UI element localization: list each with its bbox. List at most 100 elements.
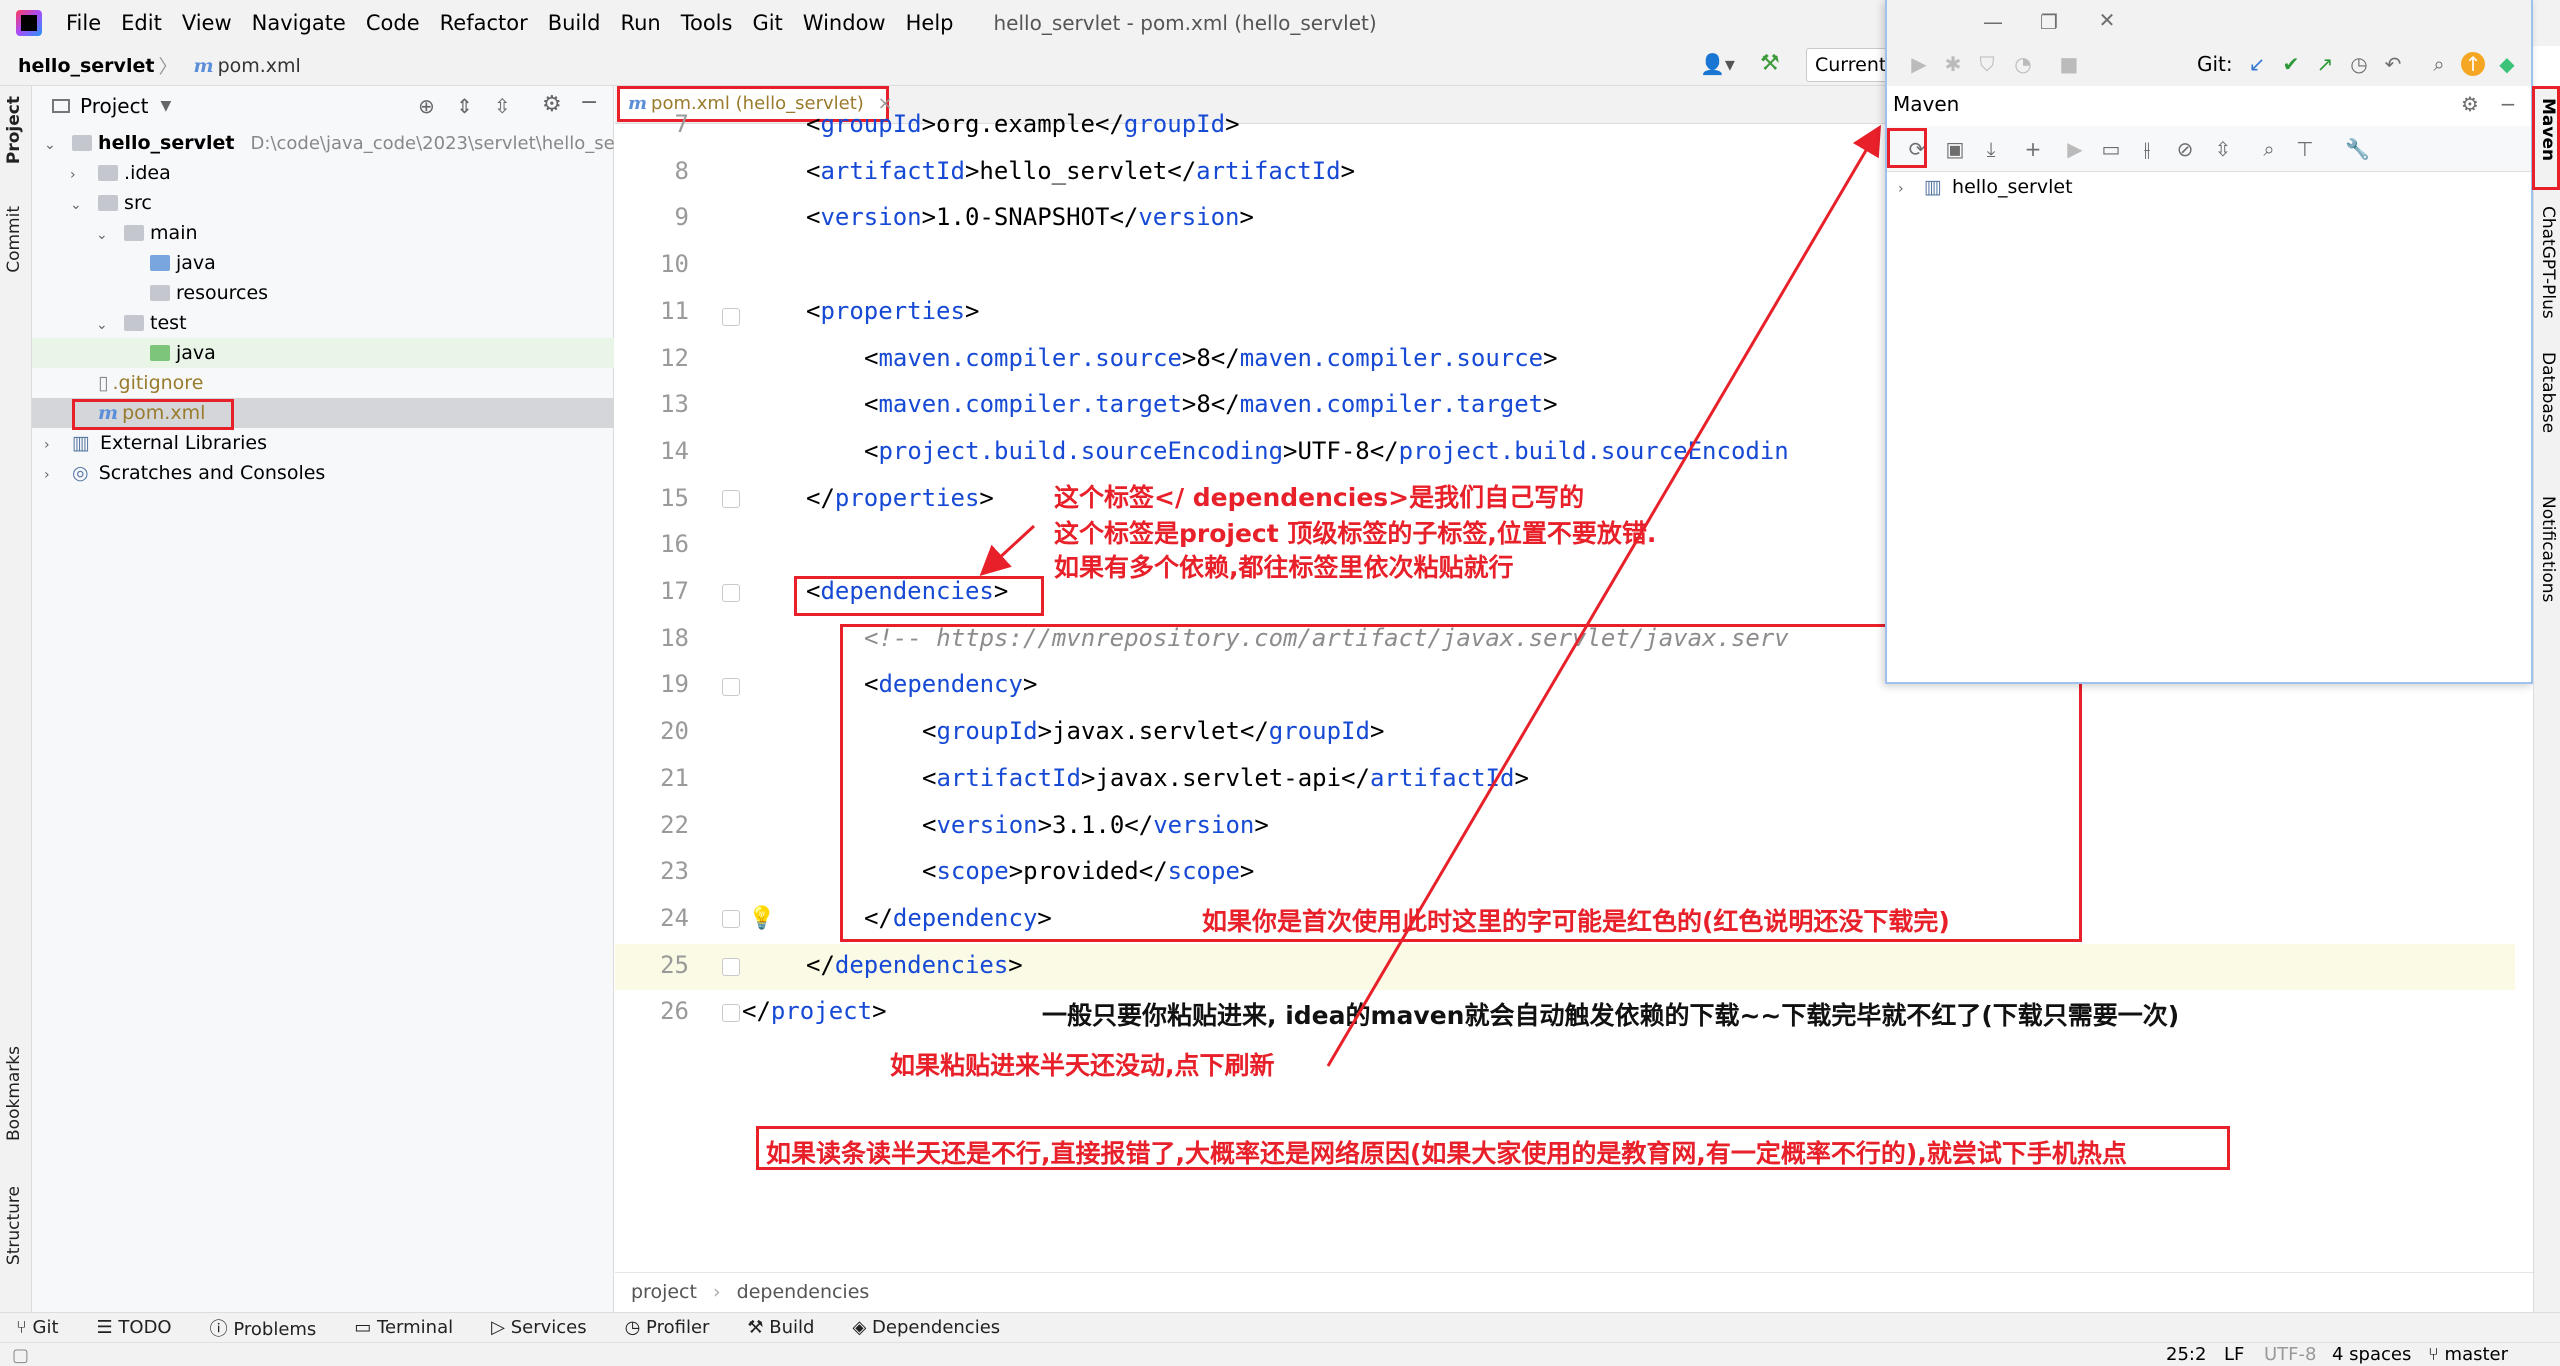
chevron-right-icon[interactable]: ›	[44, 430, 58, 460]
run-icon[interactable]: ▶	[1907, 52, 1931, 76]
tree-item-src[interactable]: ⌄ src	[32, 188, 614, 218]
wrench-icon[interactable]: 🔧	[2345, 137, 2370, 161]
line-separator[interactable]: LF	[2224, 1344, 2244, 1365]
menu-window[interactable]: Window	[793, 0, 896, 46]
tool-services[interactable]: ▷ Services	[491, 1317, 586, 1338]
code-line[interactable]: </properties>	[806, 484, 994, 512]
maven-tree-item-hello-servlet[interactable]: › ▥ hello_servlet	[1898, 172, 2073, 204]
fold-marker-icon[interactable]	[722, 910, 740, 928]
fold-marker-icon[interactable]	[722, 1004, 740, 1022]
jetbrains-toolbox-icon[interactable]: ◆	[2495, 52, 2519, 76]
tree-item-resources[interactable]: resources	[32, 278, 614, 308]
nav-file[interactable]: m pom.xml	[193, 55, 300, 77]
tool-tab-bookmarks[interactable]: Bookmarks	[4, 1046, 24, 1141]
breadcrumb-dependencies[interactable]: dependencies	[737, 1281, 870, 1303]
fold-marker-icon[interactable]	[722, 308, 740, 326]
minimize-panel-icon[interactable]: −	[2496, 92, 2520, 116]
chevron-right-icon[interactable]: ›	[70, 160, 84, 190]
fold-marker-icon[interactable]	[722, 584, 740, 602]
profile-icon[interactable]: ◔	[2011, 52, 2035, 76]
show-diagram-icon[interactable]: ⊤	[2293, 137, 2317, 161]
nav-project[interactable]: hello_servlet	[18, 55, 154, 77]
analyze-dependencies-icon[interactable]: ⌕	[2257, 137, 2281, 161]
search-icon[interactable]: ⌕	[2427, 52, 2451, 76]
tree-item-external-libraries[interactable]: › ▥ External Libraries	[32, 428, 614, 458]
menu-tools[interactable]: Tools	[671, 0, 743, 46]
tool-tab-chatgpt[interactable]: ChatGPT-Plus	[2538, 206, 2558, 319]
git-push-icon[interactable]: ↗	[2313, 52, 2337, 76]
user-icon[interactable]: 👤▾	[1700, 52, 1735, 76]
close-window-icon[interactable]: ✕	[2095, 8, 2119, 32]
caret-position[interactable]: 25:2	[2166, 1344, 2206, 1365]
menu-edit[interactable]: Edit	[111, 0, 172, 46]
expand-all-icon[interactable]: ⇕	[456, 94, 473, 118]
add-icon[interactable]: +	[2021, 137, 2045, 161]
tree-item-scratches[interactable]: › ◎ Scratches and Consoles	[32, 458, 614, 488]
indent-setting[interactable]: 4 spaces	[2332, 1344, 2411, 1365]
fold-marker-icon[interactable]	[722, 958, 740, 976]
tool-tab-structure[interactable]: Structure	[4, 1186, 24, 1265]
chevron-down-icon[interactable]: ▼	[160, 98, 171, 114]
tool-terminal[interactable]: ▭ Terminal	[354, 1317, 453, 1338]
tool-tab-notifications[interactable]: Notifications	[2538, 496, 2558, 602]
debug-icon[interactable]: ✱	[1941, 52, 1965, 76]
tree-item-main-java[interactable]: java	[32, 248, 614, 278]
tool-tab-commit[interactable]: Commit	[4, 206, 24, 273]
code-line[interactable]: <maven.compiler.source>8</maven.compiler…	[864, 344, 1558, 372]
tree-item-gitignore[interactable]: ▯ .gitignore	[32, 368, 614, 398]
menu-build[interactable]: Build	[538, 0, 611, 46]
tree-item-hello-servlet[interactable]: ⌄ hello_servlet D:\code\java_code\2023\s…	[32, 128, 656, 160]
gear-icon[interactable]: ⚙	[2458, 92, 2482, 116]
tool-dependencies[interactable]: ◈ Dependencies	[852, 1317, 1000, 1338]
run-icon[interactable]: ▶	[2063, 137, 2087, 161]
code-line[interactable]: <groupId>org.example</groupId>	[806, 110, 1240, 138]
code-line[interactable]: <project.build.sourceEncoding>UTF-8</pro…	[864, 437, 1789, 465]
tree-item-idea[interactable]: › .idea	[32, 158, 614, 188]
tool-problems[interactable]: ⓘ Problems	[210, 1315, 317, 1341]
menu-help[interactable]: Help	[896, 0, 964, 46]
menu-view[interactable]: View	[172, 0, 242, 46]
git-rollback-icon[interactable]: ↶	[2381, 52, 2405, 76]
minimize-window-icon[interactable]: —	[1981, 10, 2005, 34]
fold-marker-icon[interactable]	[722, 678, 740, 696]
git-history-icon[interactable]: ◷	[2347, 52, 2371, 76]
menu-code[interactable]: Code	[356, 0, 430, 46]
toggle-offline-icon[interactable]: ⫲	[2135, 137, 2159, 161]
menu-refactor[interactable]: Refactor	[430, 0, 538, 46]
restore-window-icon[interactable]: ❐	[2037, 10, 2061, 34]
file-encoding[interactable]: UTF-8	[2264, 1344, 2316, 1365]
chevron-right-icon[interactable]: ›	[44, 460, 58, 490]
menu-file[interactable]: File	[56, 0, 111, 46]
tree-item-test[interactable]: ⌄ test	[32, 308, 614, 338]
code-line[interactable]: <maven.compiler.target>8</maven.compiler…	[864, 390, 1558, 418]
code-line[interactable]: <version>1.0-SNAPSHOT</version>	[806, 203, 1254, 231]
tool-build[interactable]: ⚒ Build	[747, 1317, 814, 1338]
coverage-icon[interactable]: ⛉	[1975, 52, 1999, 76]
git-branch[interactable]: ⑂ master	[2428, 1344, 2508, 1365]
tool-profiler[interactable]: ◷ Profiler	[625, 1317, 710, 1338]
locate-icon[interactable]: ⊕	[418, 94, 435, 118]
git-commit-icon[interactable]: ✔	[2279, 52, 2303, 76]
toggle-tool-windows-icon[interactable]: ▢	[12, 1345, 29, 1366]
project-panel-title[interactable]: Project	[80, 94, 148, 118]
tool-todo[interactable]: ☰ TODO	[97, 1317, 172, 1338]
minimize-panel-icon[interactable]: −	[580, 90, 598, 115]
generate-sources-icon[interactable]: ▣	[1943, 137, 1967, 161]
execute-goal-icon[interactable]: ▭	[2099, 137, 2123, 161]
chevron-down-icon[interactable]: ⌄	[96, 310, 110, 340]
tree-item-test-java[interactable]: java	[32, 338, 614, 368]
tool-git[interactable]: ⑂ Git	[16, 1317, 59, 1338]
code-line[interactable]: <artifactId>hello_servlet</artifactId>	[806, 157, 1355, 185]
stop-icon[interactable]: ■	[2057, 52, 2081, 76]
tool-tab-project[interactable]: Project	[4, 96, 24, 164]
breadcrumb-project[interactable]: project	[631, 1281, 697, 1303]
download-icon[interactable]: ⤓	[1979, 137, 2003, 161]
code-line[interactable]: </dependencies>	[806, 951, 1023, 979]
build-hammer-icon[interactable]: ⚒	[1760, 51, 1780, 76]
chevron-down-icon[interactable]: ⌄	[44, 130, 58, 160]
menu-git[interactable]: Git	[742, 0, 792, 46]
collapse-all-icon[interactable]: ⇳	[494, 94, 511, 118]
tree-item-main[interactable]: ⌄ main	[32, 218, 614, 248]
tool-tab-database[interactable]: Database	[2538, 352, 2558, 433]
git-update-icon[interactable]: ↙	[2245, 52, 2269, 76]
